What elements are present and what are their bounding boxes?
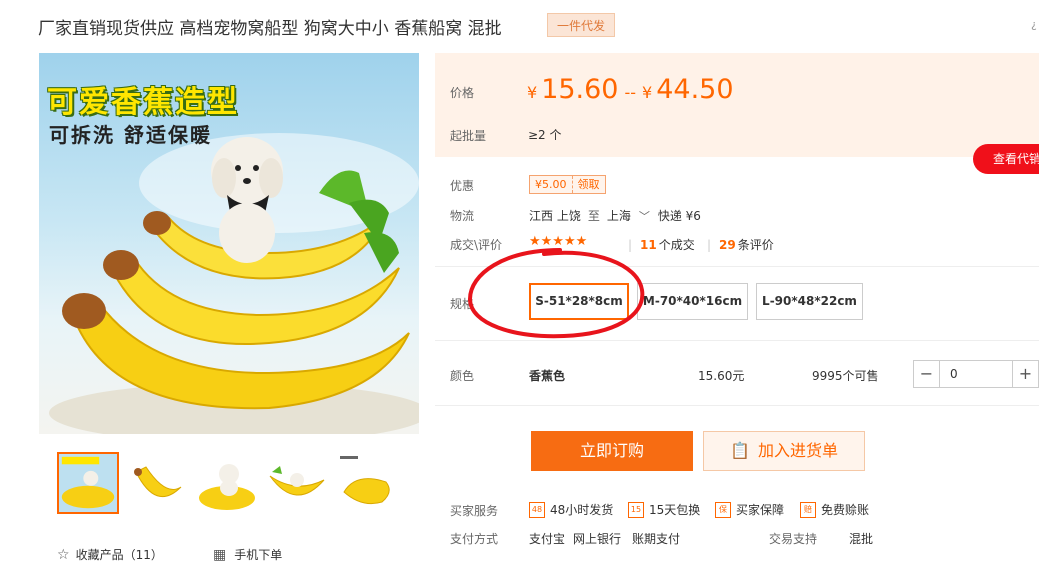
coupon[interactable]: ¥5.00 领取 (529, 175, 606, 194)
shipping-fee: 快递 ¥6 (657, 209, 701, 223)
trade-support-label: 交易支持 (769, 532, 818, 546)
thumbnail-3[interactable] (196, 452, 258, 514)
color-value: 香蕉色 (529, 369, 566, 383)
price-label: 价格 (450, 86, 475, 100)
48h-icon: 48 (529, 501, 545, 518)
thumbnail-image (59, 454, 117, 512)
buy-now-button[interactable]: 立即订购 (531, 431, 693, 471)
divider: | (707, 238, 712, 252)
promo-label: 优惠 (450, 179, 475, 193)
thumbnail-image (269, 466, 325, 496)
clipboard-icon: 📋 (730, 441, 750, 460)
currency-symbol: ¥ (642, 83, 653, 102)
product-title: 厂家直销现货供应 高档宠物窝船型 狗窝大中小 香蕉船窝 混批 (38, 19, 502, 39)
moq-label: 起批量 (450, 129, 487, 143)
logistics-info: 江西 上饶至上海 ﹀ 快递 ¥6 (529, 207, 701, 224)
quantity-stepper: − 0 + (913, 360, 1039, 388)
shield-icon: 保 (715, 501, 731, 518)
price-panel (435, 53, 1039, 157)
coupon-claim[interactable]: 领取 (571, 176, 605, 193)
service-label: 买家保障 (736, 503, 785, 517)
free-compensation-icon: 赔 (800, 501, 816, 518)
service-protection[interactable]: 保买家保障 (715, 501, 784, 518)
unit-price: 15.60元 (698, 369, 745, 383)
star-outline-icon: ☆ (57, 547, 70, 563)
price-range: ¥15.60 -- ¥44.50 (527, 74, 734, 105)
coupon-amount: ¥5.00 (535, 178, 567, 191)
chevron-down-icon[interactable]: ﹀ (639, 210, 650, 223)
service-label: 48小时发货 (550, 503, 614, 517)
annotation-circle (467, 248, 645, 339)
deal-suffix: 个成交 (658, 238, 695, 252)
logistics-label: 物流 (450, 209, 475, 223)
currency-symbol: ¥ (527, 83, 538, 102)
increase-button[interactable]: + (1012, 361, 1038, 387)
price-max: 44.50 (656, 74, 734, 105)
mobile-order-label: 手机下单 (234, 548, 283, 562)
image-slogan-sub: 可拆洗 舒适保暖 (49, 123, 212, 147)
review-count[interactable]: | 29 条评价 (707, 236, 774, 253)
decrease-button[interactable]: − (914, 361, 940, 387)
thumbnail-1[interactable] (57, 452, 119, 514)
ship-to-word: 至 (587, 209, 600, 223)
price-separator: -- (624, 83, 637, 102)
stock-available: 9995个可售 (812, 369, 879, 383)
review-number: 29 (719, 238, 736, 252)
thumbnail-image (340, 456, 390, 505)
add-to-cart-button[interactable]: 📋 加入进货单 (703, 431, 865, 471)
payment-credit-term: 账期支付 (632, 532, 681, 546)
favorite-product[interactable]: ☆ 收藏产品（11） (57, 546, 163, 563)
thumbnail-2[interactable] (126, 452, 188, 514)
mobile-order[interactable]: ▦ 手机下单 (213, 546, 282, 563)
payment-label: 支付方式 (450, 532, 499, 546)
service-label: 15天包换 (649, 503, 701, 517)
review-suffix: 条评价 (737, 238, 774, 252)
thumbnail-image (199, 464, 255, 510)
moq-value: ≥2 个 (528, 128, 562, 142)
view-agent-button[interactable]: 查看代销 (973, 144, 1039, 174)
add-to-cart-label: 加入进货单 (757, 441, 838, 460)
services-label: 买家服务 (450, 504, 499, 518)
quantity-input[interactable]: 0 (940, 361, 1012, 387)
main-product-image[interactable]: 可爱香蕉造型 可拆洗 舒适保暖 (39, 53, 419, 434)
thumbnail-image (134, 466, 182, 497)
ship-from: 江西 上饶 (529, 209, 581, 223)
payment-online-bank: 网上银行 (573, 532, 622, 546)
favorite-label: 收藏产品（11） (75, 548, 163, 562)
divider-line (435, 405, 1039, 406)
trade-support-value: 混批 (849, 532, 874, 546)
service-credit[interactable]: 赔免费赊账 (800, 501, 869, 518)
service-48h[interactable]: 48 48小时发货 (529, 501, 613, 518)
15day-return-icon: 15 (628, 501, 644, 518)
dropship-badge: 一件代发 (547, 13, 615, 37)
color-label: 颜色 (450, 369, 475, 383)
image-slogan-main: 可爱香蕉造型 (47, 85, 239, 120)
payment-alipay: 支付宝 (529, 532, 566, 546)
edge-fragment: ¿ (1031, 18, 1037, 31)
service-15day[interactable]: 15 15天包换 (628, 501, 700, 518)
spec-option-l[interactable]: L-90*48*22cm (756, 283, 863, 320)
qr-code-icon: ▦ (213, 547, 227, 563)
thumbnail-4[interactable] (266, 452, 328, 514)
divider-line (435, 340, 1039, 341)
ship-dest[interactable]: 上海 (607, 209, 631, 223)
thumbnail-5[interactable] (336, 452, 398, 514)
service-label: 免费赊账 (821, 503, 870, 517)
price-min: 15.60 (541, 74, 619, 105)
